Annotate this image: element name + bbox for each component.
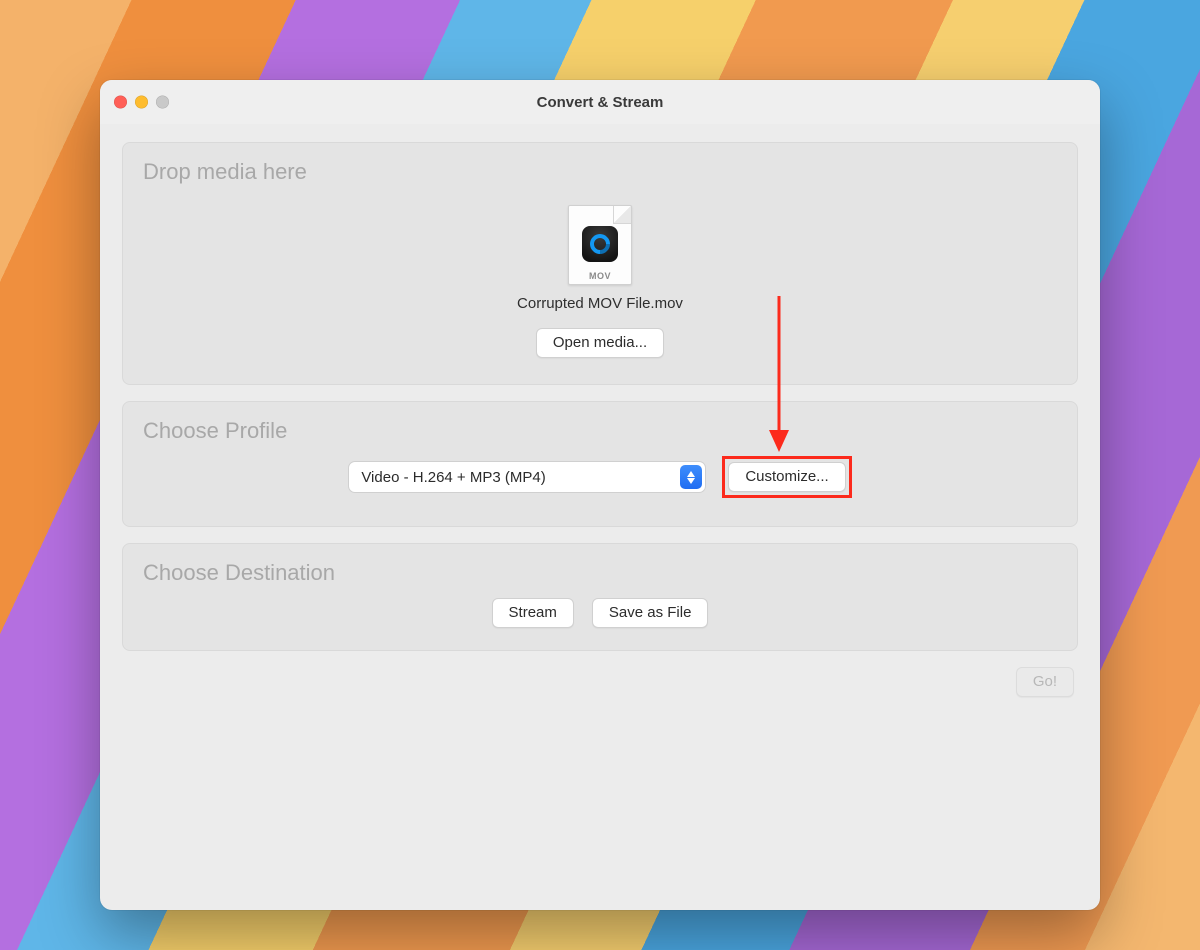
annotation-highlight: Customize... — [722, 456, 851, 498]
save-as-file-button[interactable]: Save as File — [592, 598, 709, 628]
file-extension-badge: MOV — [569, 271, 631, 281]
drop-media-heading: Drop media here — [143, 159, 1059, 185]
window-title: Convert & Stream — [537, 94, 664, 111]
dropped-file-icon: MOV — [568, 205, 632, 285]
customize-profile-button[interactable]: Customize... — [728, 462, 845, 492]
profile-select[interactable]: Video - H.264 + MP3 (MP4) — [348, 461, 706, 493]
destination-row: Stream Save as File — [141, 598, 1059, 628]
drop-media-section[interactable]: Drop media here MOV Corrupted MOV File.m… — [122, 142, 1078, 385]
minimize-window-icon[interactable] — [135, 96, 148, 109]
traffic-lights — [114, 96, 169, 109]
close-window-icon[interactable] — [114, 96, 127, 109]
page-fold-icon — [613, 205, 632, 224]
select-stepper-icon[interactable] — [680, 465, 702, 489]
profile-row: Video - H.264 + MP3 (MP4) Customize... — [141, 456, 1059, 498]
drop-media-content: MOV Corrupted MOV File.mov Open media... — [141, 197, 1059, 358]
go-button[interactable]: Go! — [1016, 667, 1074, 697]
quicktime-logo-icon — [582, 226, 618, 262]
choose-destination-heading: Choose Destination — [143, 560, 1059, 586]
window-body: Drop media here MOV Corrupted MOV File.m… — [100, 124, 1100, 910]
choose-destination-section: Choose Destination Stream Save as File — [122, 543, 1078, 651]
choose-profile-section: Choose Profile Video - H.264 + MP3 (MP4)… — [122, 401, 1078, 527]
footer: Go! — [122, 667, 1078, 697]
window-titlebar: Convert & Stream — [100, 80, 1100, 124]
dropped-file-name: Corrupted MOV File.mov — [517, 295, 683, 312]
open-media-button[interactable]: Open media... — [536, 328, 664, 358]
profile-select-value: Video - H.264 + MP3 (MP4) — [361, 469, 545, 486]
choose-profile-heading: Choose Profile — [143, 418, 1059, 444]
stream-button[interactable]: Stream — [492, 598, 574, 628]
zoom-window-icon[interactable] — [156, 96, 169, 109]
convert-stream-window: Convert & Stream Drop media here MOV Cor… — [100, 80, 1100, 910]
